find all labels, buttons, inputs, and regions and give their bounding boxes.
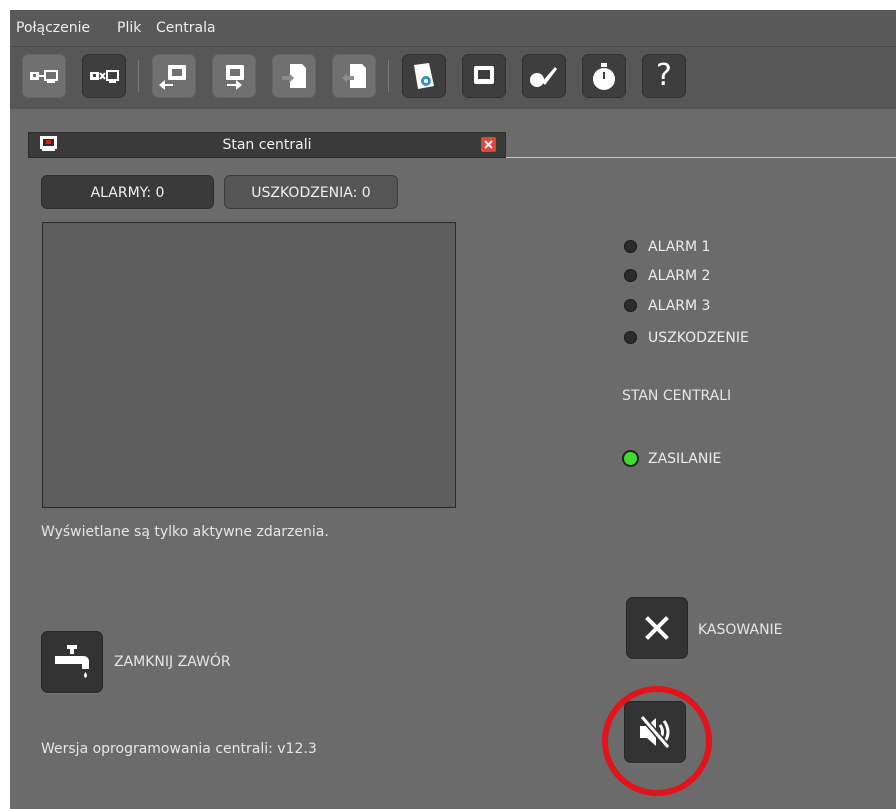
- import-file-button[interactable]: [272, 54, 316, 98]
- toolbar-separator: [138, 60, 139, 92]
- read-from-panel-icon: [159, 65, 186, 90]
- help-button[interactable]: ?: [642, 54, 686, 98]
- indicator-label: ALARM 3: [648, 298, 711, 314]
- tab-divider: [506, 157, 896, 158]
- tab-title: Stan centrali: [222, 137, 312, 153]
- active-events-list[interactable]: [42, 222, 456, 508]
- indicator-label: ALARM 1: [648, 239, 711, 255]
- disconnect-icon: [90, 70, 119, 83]
- config-document-button[interactable]: [402, 54, 446, 98]
- panel-state-button[interactable]: [462, 54, 506, 98]
- tab-close-button[interactable]: [481, 137, 496, 152]
- toolbar: ?: [10, 47, 896, 109]
- read-from-panel-button[interactable]: [152, 54, 196, 98]
- faucet-icon: [55, 645, 89, 678]
- status-led: [624, 269, 637, 282]
- indicator-label: ALARM 2: [648, 268, 711, 284]
- alarms-counter-button[interactable]: ALARMY: 0: [41, 175, 214, 209]
- faults-counter-button[interactable]: USZKODZENIA: 0: [224, 175, 398, 209]
- connect-icon: [30, 70, 58, 83]
- highlight-circle: [602, 686, 712, 796]
- close-valve-label: ZAMKNIJ ZAWÓR: [114, 654, 231, 670]
- config-document-icon: [414, 63, 434, 89]
- firmware-version: Wersja oprogramowania centrali: v12.3: [41, 741, 317, 757]
- application-window: Połączenie Plik Centrala ? Stan centrali…: [10, 10, 896, 809]
- panel-state-title: STAN CENTRALI: [622, 388, 732, 404]
- export-file-button[interactable]: [332, 54, 376, 98]
- export-file-icon: [342, 64, 366, 88]
- toolbar-separator: [388, 60, 389, 92]
- reset-label: KASOWANIE: [698, 622, 783, 638]
- connect-button[interactable]: [22, 54, 66, 98]
- menu-polaczenie[interactable]: Połączenie: [16, 10, 90, 46]
- import-file-icon: [282, 64, 306, 88]
- test-icon: [530, 67, 557, 87]
- reset-button[interactable]: [626, 597, 688, 659]
- close-x-icon: [645, 616, 669, 640]
- test-button[interactable]: [522, 54, 566, 98]
- indicator-label: USZKODZENIE: [648, 330, 749, 346]
- panel-state-icon: [474, 66, 494, 84]
- menu-centrala[interactable]: Centrala: [156, 10, 216, 46]
- status-led: [624, 240, 637, 253]
- close-valve-button[interactable]: [41, 631, 103, 693]
- tab-stan-centrali[interactable]: Stan centrali: [28, 132, 506, 158]
- status-led: [624, 331, 637, 344]
- timer-button[interactable]: [582, 54, 626, 98]
- close-icon: [484, 140, 493, 149]
- timer-icon: [593, 63, 615, 90]
- write-to-panel-button[interactable]: [212, 54, 256, 98]
- write-to-panel-icon: [226, 65, 244, 90]
- menu-bar: Połączenie Plik Centrala: [10, 10, 896, 47]
- status-led: [624, 299, 637, 312]
- menu-plik[interactable]: Plik: [117, 10, 141, 46]
- help-icon: ?: [656, 58, 672, 93]
- disconnect-button[interactable]: [82, 54, 126, 98]
- indicator-label: ZASILANIE: [648, 451, 722, 467]
- status-led: [624, 452, 637, 465]
- events-note: Wyświetlane są tylko aktywne zdarzenia.: [41, 524, 329, 540]
